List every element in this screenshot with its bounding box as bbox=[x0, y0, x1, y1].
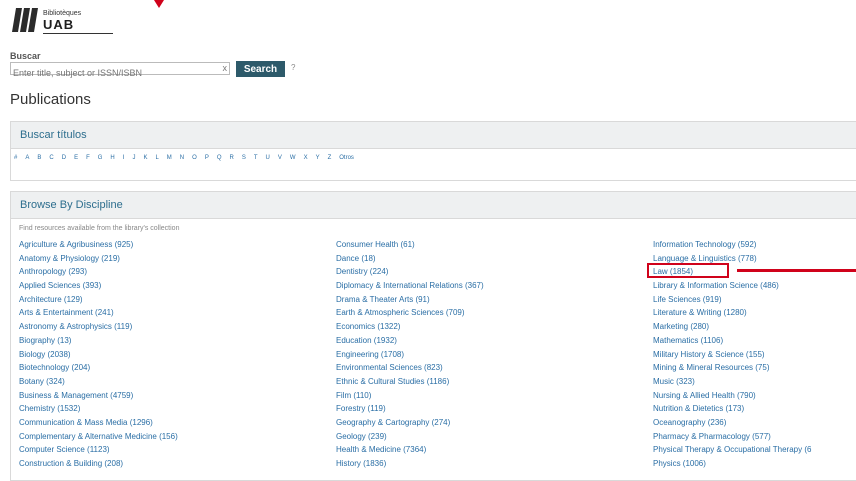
alphabet-letter[interactable]: K bbox=[143, 155, 147, 161]
alphabet-letter[interactable]: Y bbox=[316, 155, 320, 161]
alphabet-letter[interactable]: P bbox=[205, 155, 209, 161]
alphabet-letter[interactable]: D bbox=[62, 155, 66, 161]
discipline-link[interactable]: History (1836) bbox=[336, 457, 484, 471]
logo-small-text: Bibliotèques bbox=[43, 10, 82, 17]
discipline-link[interactable]: Forestry (119) bbox=[336, 402, 484, 416]
discipline-link[interactable]: Geology (239) bbox=[336, 430, 484, 444]
discipline-link[interactable]: Nutrition & Dietetics (173) bbox=[653, 402, 811, 416]
alphabet-letter[interactable]: I bbox=[123, 155, 125, 161]
logo-bars-icon bbox=[12, 8, 38, 32]
help-icon[interactable]: ? bbox=[291, 63, 295, 72]
discipline-column-1: Agriculture & Agribusiness (925) Anatomy … bbox=[19, 238, 178, 471]
alphabet-index: # A B C D E F G H I J K L M N O P Q R S T U V W X Y Z Otros bbox=[14, 155, 362, 161]
discipline-link[interactable]: Economics (1322) bbox=[336, 320, 484, 334]
discipline-link[interactable]: Oceanography (236) bbox=[653, 416, 811, 430]
discipline-link[interactable]: Health & Medicine (7364) bbox=[336, 443, 484, 457]
alphabet-letter[interactable]: R bbox=[230, 155, 234, 161]
discipline-link[interactable]: Biography (13) bbox=[19, 334, 178, 348]
discipline-link[interactable]: Construction & Building (208) bbox=[19, 457, 178, 471]
discipline-link[interactable]: Computer Science (1123) bbox=[19, 443, 178, 457]
discipline-link[interactable]: Military History & Science (155) bbox=[653, 348, 811, 362]
alphabet-letter[interactable]: U bbox=[266, 155, 270, 161]
search-input[interactable] bbox=[11, 67, 213, 79]
alphabet-letter[interactable]: G bbox=[98, 155, 103, 161]
titles-panel: Buscar títulos bbox=[10, 121, 856, 181]
alphabet-letter[interactable]: M bbox=[167, 155, 172, 161]
discipline-link[interactable]: Architecture (129) bbox=[19, 293, 178, 307]
search-box: x bbox=[10, 62, 230, 79]
page-title: Publications bbox=[10, 91, 91, 108]
discipline-link[interactable]: Nursing & Allied Health (790) bbox=[653, 389, 811, 403]
alphabet-letter[interactable]: Z bbox=[328, 155, 332, 161]
library-logo[interactable]: Bibliotèques UAB bbox=[12, 6, 113, 36]
discipline-link[interactable]: Arts & Entertainment (241) bbox=[19, 306, 178, 320]
discipline-link[interactable]: Anthropology (293) bbox=[19, 265, 178, 279]
discipline-link[interactable]: Consumer Health (61) bbox=[336, 238, 484, 252]
discipline-link[interactable]: Biotechnology (204) bbox=[19, 361, 178, 375]
alphabet-letter[interactable]: C bbox=[49, 155, 53, 161]
discipline-link[interactable]: Applied Sciences (393) bbox=[19, 279, 178, 293]
alphabet-letter[interactable]: J bbox=[132, 155, 135, 161]
alphabet-letter[interactable]: F bbox=[86, 155, 90, 161]
discipline-link[interactable]: Biology (2038) bbox=[19, 348, 178, 362]
alphabet-letter[interactable]: W bbox=[290, 155, 296, 161]
discipline-link[interactable]: Literature & Writing (1280) bbox=[653, 306, 811, 320]
discipline-link[interactable]: Geography & Cartography (274) bbox=[336, 416, 484, 430]
search-label: Buscar bbox=[10, 51, 41, 61]
clear-icon[interactable]: x bbox=[223, 63, 228, 74]
alphabet-letter[interactable]: Q bbox=[217, 155, 222, 161]
discipline-link[interactable]: Mathematics (1106) bbox=[653, 334, 811, 348]
discipline-panel-heading: Browse By Discipline bbox=[11, 192, 856, 219]
discipline-link[interactable]: Dentistry (224) bbox=[336, 265, 484, 279]
alphabet-letter[interactable]: O bbox=[192, 155, 197, 161]
discipline-link[interactable]: Diplomacy & International Relations (367… bbox=[336, 279, 484, 293]
annotation-arrow-line bbox=[737, 269, 856, 272]
alphabet-letter[interactable]: Otros bbox=[339, 155, 354, 161]
discipline-link[interactable]: Physics (1006) bbox=[653, 457, 811, 471]
alphabet-letter[interactable]: S bbox=[242, 155, 246, 161]
discipline-link[interactable]: Physical Therapy & Occupational Therapy … bbox=[653, 443, 811, 457]
logo-big-text: UAB bbox=[43, 17, 75, 32]
discipline-link[interactable]: Library & Information Science (486) bbox=[653, 279, 811, 293]
alphabet-letter[interactable]: N bbox=[180, 155, 184, 161]
discipline-link[interactable]: Information Technology (592) bbox=[653, 238, 811, 252]
discipline-link[interactable]: Environmental Sciences (823) bbox=[336, 361, 484, 375]
discipline-link[interactable]: Film (110) bbox=[336, 389, 484, 403]
discipline-link[interactable]: Pharmacy & Pharmacology (577) bbox=[653, 430, 811, 444]
discipline-link[interactable]: Complementary & Alternative Medicine (15… bbox=[19, 430, 178, 444]
alphabet-letter[interactable]: A bbox=[25, 155, 29, 161]
discipline-link[interactable]: Drama & Theater Arts (91) bbox=[336, 293, 484, 307]
discipline-link[interactable]: Life Sciences (919) bbox=[653, 293, 811, 307]
alphabet-letter[interactable]: # bbox=[14, 155, 17, 161]
discipline-link[interactable]: Education (1932) bbox=[336, 334, 484, 348]
discipline-link[interactable]: Mining & Mineral Resources (75) bbox=[653, 361, 811, 375]
alphabet-letter[interactable]: V bbox=[278, 155, 282, 161]
discipline-link[interactable]: Ethnic & Cultural Studies (1186) bbox=[336, 375, 484, 389]
discipline-link[interactable]: Anatomy & Physiology (219) bbox=[19, 252, 178, 266]
alphabet-letter[interactable]: B bbox=[37, 155, 41, 161]
search-button[interactable]: Search bbox=[236, 61, 285, 77]
discipline-column-2: Consumer Health (61) Dance (18) Dentistry … bbox=[336, 238, 484, 471]
discipline-link[interactable]: Chemistry (1532) bbox=[19, 402, 178, 416]
discipline-link[interactable]: Engineering (1708) bbox=[336, 348, 484, 362]
alphabet-letter[interactable]: E bbox=[74, 155, 78, 161]
annotation-arrow-icon bbox=[154, 0, 164, 8]
discipline-link[interactable]: Agriculture & Agribusiness (925) bbox=[19, 238, 178, 252]
discipline-link[interactable]: Marketing (280) bbox=[653, 320, 811, 334]
discipline-link[interactable]: Business & Management (4759) bbox=[19, 389, 178, 403]
alphabet-letter[interactable]: T bbox=[254, 155, 258, 161]
law-highlight-box bbox=[647, 263, 729, 278]
titles-panel-heading: Buscar títulos bbox=[11, 122, 856, 149]
alphabet-letter[interactable]: H bbox=[110, 155, 114, 161]
discipline-link[interactable]: Dance (18) bbox=[336, 252, 484, 266]
logo-underline bbox=[43, 33, 113, 34]
discipline-link[interactable]: Astronomy & Astrophysics (119) bbox=[19, 320, 178, 334]
alphabet-letter[interactable]: L bbox=[155, 155, 158, 161]
discipline-link[interactable]: Communication & Mass Media (1296) bbox=[19, 416, 178, 430]
alphabet-letter[interactable]: X bbox=[304, 155, 308, 161]
discipline-note: Find resources available from the librar… bbox=[19, 225, 180, 232]
discipline-link[interactable]: Earth & Atmospheric Sciences (709) bbox=[336, 306, 484, 320]
discipline-link[interactable]: Botany (324) bbox=[19, 375, 178, 389]
discipline-link[interactable]: Music (323) bbox=[653, 375, 811, 389]
